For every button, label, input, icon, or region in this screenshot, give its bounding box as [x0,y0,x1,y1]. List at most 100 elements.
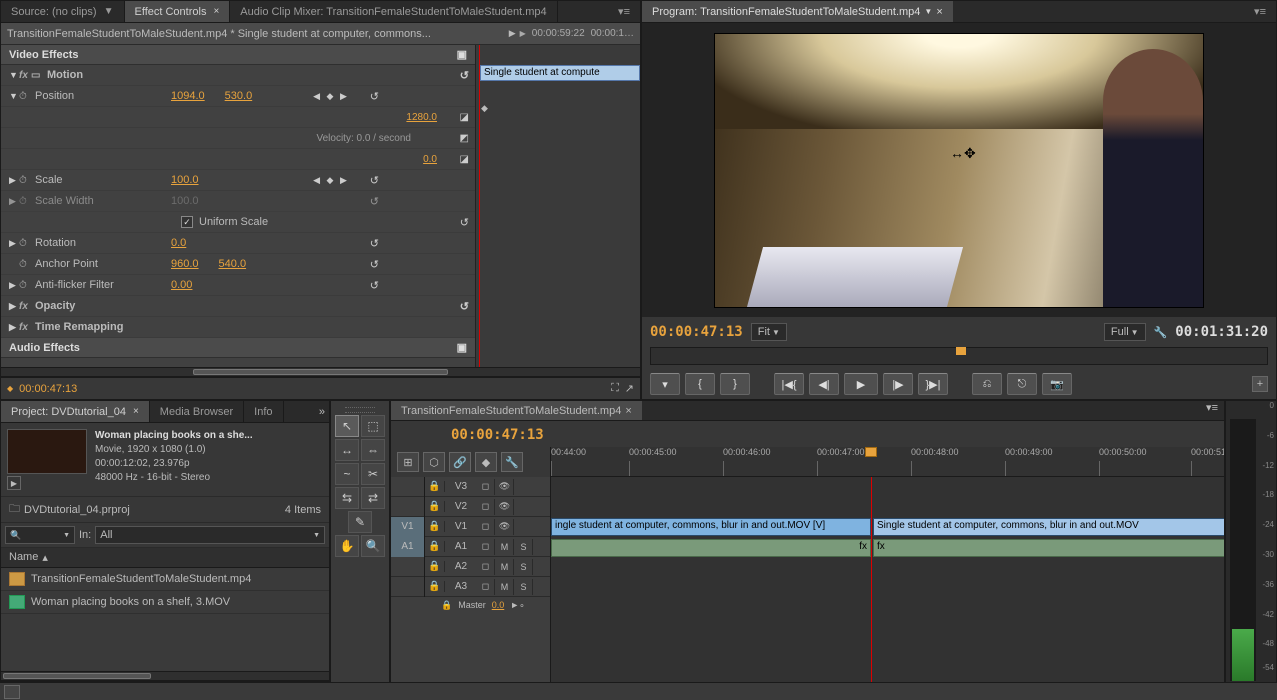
nest-button[interactable]: ⊞ [397,452,419,472]
anti-flicker-value[interactable]: 0.00 [171,279,192,291]
eye-icon[interactable]: 👁 [496,519,514,535]
ripple-edit-tool[interactable]: ↔ [335,439,359,461]
eye-icon[interactable]: 👁 [496,479,514,495]
mark-out-button[interactable]: } [720,373,750,395]
list-item[interactable]: Woman placing books on a shelf, 3.MOV [1,591,329,614]
lift-button[interactable]: ⎌ [972,373,1002,395]
fx-opacity-row[interactable]: ▶ fx Opacity ↺ [1,296,475,317]
extract-button[interactable]: ⎋ [1007,373,1037,395]
goto-in-button[interactable]: |◀{ [774,373,804,395]
uniform-scale-checkbox[interactable]: ✓ [181,216,193,228]
name-column[interactable]: Name [9,551,38,564]
play-button[interactable]: ▶ [844,373,878,395]
track-select-tool[interactable]: ⬚ [361,415,385,437]
stopwatch-icon[interactable]: ⏱ [19,175,31,186]
tab-effect-controls[interactable]: Effect Controls× [125,1,231,22]
mark-in-button[interactable]: { [685,373,715,395]
clip-a1-right[interactable]: fx [873,539,1224,557]
sync-lock-icon[interactable]: ◻ [477,499,495,515]
reset-icon[interactable]: ↺ [451,216,475,229]
selection-tool[interactable]: ↖ [335,415,359,437]
position-y-value[interactable]: 530.0 [225,90,253,102]
wrench-icon[interactable]: 🔧 [1154,326,1168,339]
graph-icon[interactable]: ◩ [451,133,475,144]
tab-audio-mixer[interactable]: Audio Clip Mixer: TransitionFemaleStuden… [230,1,557,22]
keyframe-icon[interactable]: ►∘ [510,600,525,611]
twirl-icon[interactable]: ▶ [9,175,19,186]
sync-lock-icon[interactable]: ◻ [477,559,495,575]
program-view[interactable] [642,23,1276,317]
tab-info[interactable]: Info [244,401,283,422]
graph-icon[interactable]: ◪ [451,112,475,123]
arrow-right-icon[interactable]: ▶ [509,28,516,39]
source-a1[interactable]: A1 [391,537,425,557]
preview-play-button[interactable]: ▶ [7,476,21,490]
zoom-fit-select[interactable]: Fit▼ [751,323,787,341]
stopwatch-icon[interactable]: ⏱ [19,280,31,291]
track-name[interactable]: V1 [445,521,477,532]
add-marker-button[interactable]: ▾ [650,373,680,395]
mute-button[interactable]: M [496,579,514,595]
linked-selection-button[interactable]: 🔗 [449,452,471,472]
pen-tool[interactable]: ✎ [348,511,372,533]
lock-icon[interactable]: 🔒 [425,541,445,552]
twirl-icon[interactable]: ▶ [9,238,19,249]
transform-icon[interactable]: ▭ [31,70,43,81]
dropdown-icon[interactable]: ▼ [104,6,114,17]
step-forward-button[interactable]: |▶ [883,373,913,395]
zoom-icon[interactable]: ⛶ [611,382,619,395]
clip-v1-right[interactable]: Single student at computer, commons, blu… [873,518,1224,536]
panel-grip[interactable] [345,407,375,413]
goto-out-button[interactable]: }▶| [918,373,948,395]
timeline-track-area[interactable]: ingle student at computer, commons, blur… [551,477,1224,683]
solo-button[interactable]: S [515,579,533,595]
fx-motion-row[interactable]: ▼ fx ▭ Motion ↺ [1,65,475,86]
keyframe-icon[interactable]: ◆ [481,103,488,114]
status-icon[interactable] [4,685,20,699]
prop-uniform-scale[interactable]: ✓ Uniform Scale ↺ [1,212,475,233]
rate-stretch-tool[interactable]: ~ [335,463,359,485]
audio-meter[interactable] [1230,419,1256,681]
reset-icon[interactable]: ↺ [451,69,475,82]
reset-icon[interactable]: ↺ [361,237,385,250]
button-editor-button[interactable]: + [1252,376,1268,392]
reset-icon[interactable]: ↺ [451,300,475,313]
solo-button[interactable]: S [515,559,533,575]
graph-icon[interactable]: ◪ [451,154,475,165]
list-item[interactable]: TransitionFemaleStudentToMaleStudent.mp4 [1,568,329,591]
anchor-y-value[interactable]: 540.0 [219,258,247,270]
panel-menu[interactable]: ▾≡ [1244,1,1276,22]
lock-icon[interactable]: 🔒 [425,581,445,592]
twirl-icon[interactable]: ▶ [9,301,19,312]
timeline-timecode[interactable]: 00:00:47:13 [451,427,544,443]
tab-project[interactable]: Project: DVDtutorial_04× [1,401,150,422]
twirl-icon[interactable]: ▼ [9,70,19,80]
stopwatch-icon[interactable]: ⏱ [19,91,31,102]
track-header-v2[interactable]: 🔒V2◻👁 [391,497,550,517]
anchor-x-value[interactable]: 960.0 [171,258,199,270]
solo-button[interactable]: S [515,539,533,555]
rolling-edit-tool[interactable]: ⇔ [361,439,385,461]
sync-lock-icon[interactable]: ◻ [477,539,495,555]
program-playhead[interactable] [956,347,966,355]
source-v1[interactable]: V1 [391,517,425,537]
twirl-icon[interactable]: ▶ [9,322,19,333]
scale-value[interactable]: 100.0 [171,174,199,186]
rotation-value[interactable]: 0.0 [171,237,186,249]
tab-source[interactable]: Source: (no clips)▼ [1,1,125,22]
ec-scrollbar[interactable] [1,367,640,377]
program-timebar[interactable] [650,347,1268,365]
section-icon[interactable]: ▣ [457,341,467,354]
section-icon[interactable]: ▣ [457,48,467,61]
zoom-tool[interactable]: 🔍 [361,535,385,557]
tab-media-browser[interactable]: Media Browser [150,401,244,422]
add-marker-button[interactable]: ◆ [475,452,497,472]
lock-icon[interactable]: 🔒 [425,481,445,492]
stopwatch-icon[interactable]: ⏱ [19,238,31,249]
twirl-icon[interactable]: ▼ [9,91,19,101]
project-search-input[interactable]: 🔍▼ [5,526,75,544]
close-icon[interactable]: × [936,6,942,18]
hand-tool[interactable]: ✋ [335,535,359,557]
twirl-icon[interactable]: ▶ [9,280,19,291]
timeline-playhead-handle[interactable] [865,447,877,457]
